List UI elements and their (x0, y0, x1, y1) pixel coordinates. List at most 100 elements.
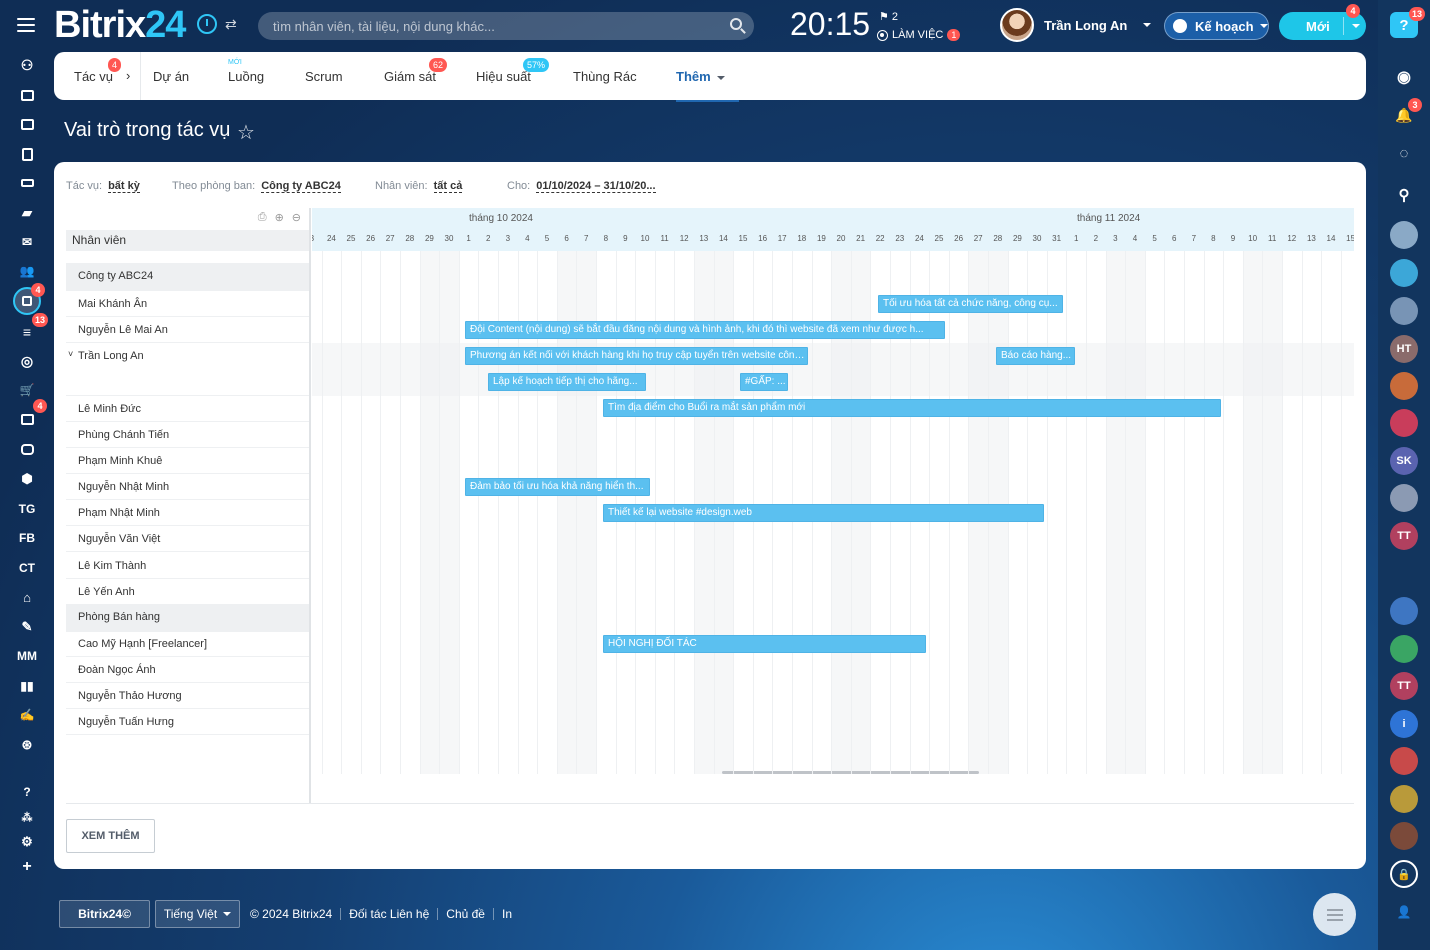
employee-row[interactable]: Nguyễn Thảo Hương (66, 683, 309, 709)
footer-logo[interactable]: Bitrix24© (59, 900, 150, 928)
lock-icon[interactable]: 🔒 (1390, 860, 1418, 888)
avatar[interactable] (1390, 747, 1418, 775)
tab-supervise[interactable]: Giám sát (384, 69, 436, 84)
task-bar[interactable]: Đội Content (nội dung) sẽ bắt đầu đăng n… (465, 321, 945, 339)
sidebar-item-edit[interactable]: ✍ (13, 701, 41, 729)
tab-scrum[interactable]: Scrum (305, 69, 343, 84)
avatar[interactable]: HT (1390, 335, 1418, 363)
zoom-out-icon[interactable]: ⊖ (292, 211, 301, 224)
employee-row[interactable]: Phạm Nhật Minh (66, 500, 309, 526)
employee-row[interactable]: Nguyễn Lê Mai An (66, 317, 309, 343)
copilot-icon[interactable]: ◉ (1390, 63, 1418, 91)
chevron-down-icon[interactable]: ˅ (68, 349, 73, 359)
logo[interactable]: Bitrix24 (54, 4, 186, 47)
bulb-icon[interactable] (1390, 785, 1418, 813)
footer-link-print[interactable]: In (492, 908, 520, 920)
flag-counter[interactable]: ⚑ 2 (879, 10, 898, 23)
task-bar[interactable]: #GẤP: ... (740, 373, 788, 391)
sidebar-item-tasks[interactable]: 4 (13, 283, 45, 315)
bell-icon[interactable]: 🔔 3 (1390, 98, 1422, 129)
info-icon[interactable]: i (1390, 710, 1418, 738)
plan-button[interactable]: Kế hoạch (1164, 12, 1269, 40)
sidebar-item-chat[interactable] (13, 81, 41, 109)
notes-icon[interactable] (1390, 635, 1418, 663)
sidebar-item-contacts[interactable]: 4 (13, 399, 47, 433)
swap-icon[interactable]: ⇄ (225, 16, 237, 33)
avatar[interactable]: TT (1390, 672, 1418, 700)
user-menu[interactable]: Trần Long An (1000, 8, 1152, 42)
sidebar-item-tg[interactable]: TG (13, 495, 41, 523)
department-row[interactable]: Công ty ABC24 (66, 263, 309, 291)
star-icon[interactable]: ☆ (237, 120, 255, 145)
search-icon[interactable]: ⚲ (1390, 181, 1418, 209)
sidebar-item-crm[interactable]: ≡ 13 (13, 313, 48, 346)
sidebar-item-goals[interactable]: ◎ (13, 347, 41, 375)
clock-time[interactable]: 20:15 (790, 6, 870, 43)
employee-row[interactable]: Phạm Minh Khuê (66, 448, 309, 474)
employee-row[interactable]: Nguyễn Văn Việt (66, 526, 309, 552)
employee-row[interactable]: Nguyễn Tuấn Hưng (66, 709, 309, 735)
avatar[interactable] (1390, 484, 1418, 512)
avatar[interactable] (1390, 297, 1418, 325)
task-bar[interactable]: Báo cáo hàng... (996, 347, 1075, 365)
employee-row[interactable]: Cao Mỹ Hạnh [Freelancer] (66, 631, 309, 657)
filter-employee-value[interactable]: tất cả (433, 180, 463, 193)
tab-efficiency[interactable]: Hiệu suất (476, 69, 531, 84)
employee-row[interactable]: Phùng Chánh Tiến (66, 422, 309, 448)
chevron-down-icon[interactable] (1352, 24, 1360, 28)
task-bar[interactable]: Đảm bảo tối ưu hóa khả năng hiển th... (465, 478, 650, 496)
print-icon[interactable]: ⎙ (258, 211, 267, 224)
sidebar-item-sign[interactable]: ✎ (13, 613, 41, 641)
video-icon[interactable] (1390, 409, 1418, 437)
chevron-right-icon[interactable]: › (126, 68, 130, 83)
chat-fab[interactable] (1313, 893, 1356, 936)
user-name[interactable]: Trần Long An (1044, 18, 1127, 33)
avatar[interactable] (1390, 221, 1418, 249)
footer-link-partner[interactable]: Đối tác Liên hệ (340, 908, 437, 920)
see-more-button[interactable]: XEM THÊM (66, 819, 155, 853)
avatar[interactable]: SK (1390, 447, 1418, 475)
employee-row[interactable]: Đoàn Ngọc Ánh (66, 657, 309, 683)
sidebar-item-messages[interactable]: ▰ (13, 199, 41, 227)
sidebar-item-mm[interactable]: MM (13, 642, 41, 670)
tab-more[interactable]: Thêm (676, 69, 739, 102)
sidebar-item-analytics[interactable]: ▮▮ (13, 672, 41, 700)
search-icon[interactable] (730, 18, 742, 30)
gear-icon[interactable]: ⚙ (13, 828, 41, 856)
task-bar[interactable]: HỘI NGHỊ ĐỐI TÁC (603, 635, 926, 653)
employee-row[interactable]: Mai Khánh Ân (66, 291, 309, 317)
tab-projects[interactable]: Dự án (153, 69, 189, 84)
tab-flows[interactable]: Luồng (228, 69, 264, 84)
employee-row[interactable]: Nguyễn Nhật Minh (66, 474, 309, 500)
sidebar-item-company[interactable]: ⌂ (13, 583, 41, 611)
user-add-icon[interactable]: 👤 (1390, 898, 1418, 926)
chat-icon[interactable]: ◌ (1390, 139, 1418, 167)
search-box[interactable] (258, 12, 754, 40)
plus-icon[interactable]: + (13, 853, 41, 881)
avatar[interactable] (1000, 8, 1034, 42)
avatar[interactable] (1390, 372, 1418, 400)
sidebar-item-inventory[interactable]: ⬢ (13, 465, 41, 493)
employee-row[interactable]: Lê Kim Thành (66, 553, 309, 579)
sidebar-item-ct[interactable]: CT (13, 554, 41, 582)
help-icon[interactable]: ? (13, 778, 41, 806)
sidebar-item-drive[interactable] (13, 169, 41, 197)
task-bar[interactable]: Tối ưu hóa tất cả chức năng, công cụ... (878, 295, 1063, 313)
sidebar-item-feed[interactable]: ⚇ (13, 51, 41, 79)
department-row[interactable]: Phòng Bán hàng (66, 604, 309, 632)
help-button[interactable]: ? 13 (1390, 7, 1425, 38)
menu-icon[interactable] (17, 18, 35, 32)
sitemap-icon[interactable]: ⁂ (13, 803, 41, 831)
task-bar[interactable]: Thiết kế lại website #design.web (603, 504, 1044, 522)
sidebar-item-groups[interactable]: 👥 (13, 257, 41, 285)
filter-task-value[interactable]: bất kỳ (108, 180, 140, 193)
sidebar-item-documents[interactable] (13, 140, 41, 168)
sidebar-item-bot[interactable] (13, 435, 41, 463)
employee-row[interactable]: Lê Minh Đức (66, 396, 309, 422)
avatar[interactable] (1390, 822, 1418, 850)
sidebar-item-more[interactable]: ⊛ (13, 731, 41, 759)
sidebar-item-calendar[interactable] (13, 110, 41, 138)
sidebar-item-fb[interactable]: FB (13, 524, 41, 552)
tab-trash[interactable]: Thùng Rác (573, 69, 637, 84)
employee-row[interactable]: ˅ Trần Long An (66, 343, 309, 396)
